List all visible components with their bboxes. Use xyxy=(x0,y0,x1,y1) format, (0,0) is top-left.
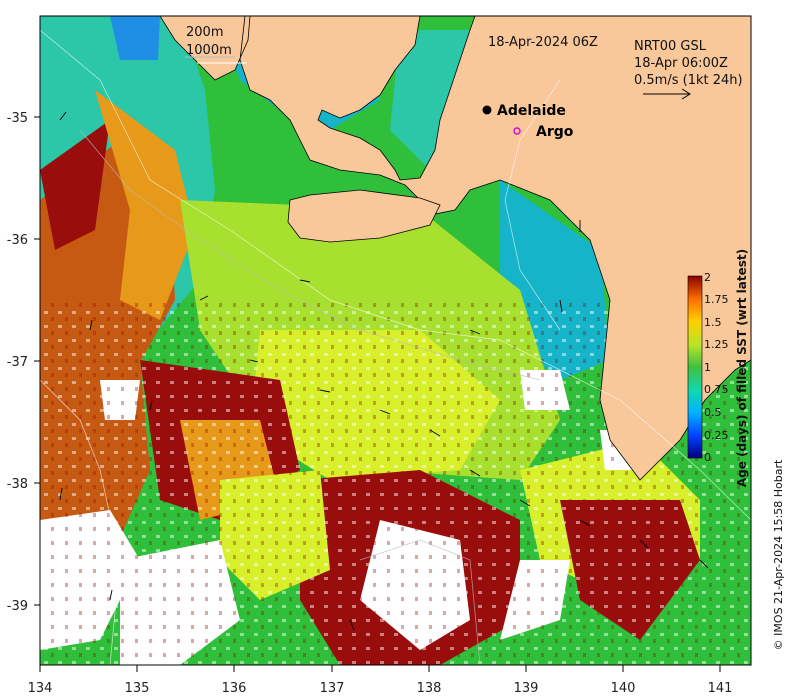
y-tick-38: -38 xyxy=(7,477,28,492)
colorbar-tick-05: 0.5 xyxy=(704,406,722,419)
vector-scale-label: 0.5m/s (1kt 24h) xyxy=(634,73,743,88)
colorbar-tick-2: 2 xyxy=(704,271,711,284)
colorbar-tick-175: 1.75 xyxy=(704,293,729,306)
x-tick-137: 137 xyxy=(320,681,345,696)
y-tick-36: -36 xyxy=(7,233,28,248)
x-tick-140: 140 xyxy=(611,681,636,696)
map-field xyxy=(40,16,751,665)
colorbar-tick-075: 0.75 xyxy=(704,383,729,396)
product-label: NRT00 GSL xyxy=(634,39,707,54)
sst-age-map: 200m 1000m 18-Apr-2024 06Z NRT00 GSL 18-… xyxy=(7,15,785,696)
y-tick-35: -35 xyxy=(7,111,28,126)
colorbar-tick-025: 0.25 xyxy=(704,429,729,442)
isobath-label-1000m: 1000m xyxy=(186,43,232,58)
x-tick-139: 139 xyxy=(514,681,539,696)
colorbar-tick-0: 0 xyxy=(704,451,711,464)
argo-label: Argo xyxy=(536,124,574,140)
adelaide-marker xyxy=(482,105,492,115)
y-tick-37: -37 xyxy=(7,355,28,370)
credit-text: © IMOS 21-Apr-2024 15:58 Hobart xyxy=(772,459,785,650)
colorbar-gradient xyxy=(687,275,703,459)
colorbar-tick-15: 1.5 xyxy=(704,316,722,329)
colorbar-tick-1: 1 xyxy=(704,361,711,374)
x-tick-135: 135 xyxy=(125,681,150,696)
x-tick-141: 141 xyxy=(708,681,733,696)
adelaide-label: Adelaide xyxy=(497,103,566,119)
colorbar-tick-125: 1.25 xyxy=(704,338,729,351)
y-axis: -35 -36 -37 -38 -39 xyxy=(7,111,40,614)
x-tick-134: 134 xyxy=(28,681,53,696)
colorbar-title: Age (days) of filled SST (wrt latest) xyxy=(735,249,749,487)
x-tick-136: 136 xyxy=(222,681,247,696)
product-time: 18-Apr 06:00Z xyxy=(634,56,728,71)
y-tick-39: -39 xyxy=(7,599,28,614)
x-tick-138: 138 xyxy=(417,681,442,696)
date-label: 18-Apr-2024 06Z xyxy=(488,35,598,50)
isobath-label-200m: 200m xyxy=(186,25,223,40)
x-axis: 134 135 136 137 138 139 140 141 xyxy=(28,665,733,696)
